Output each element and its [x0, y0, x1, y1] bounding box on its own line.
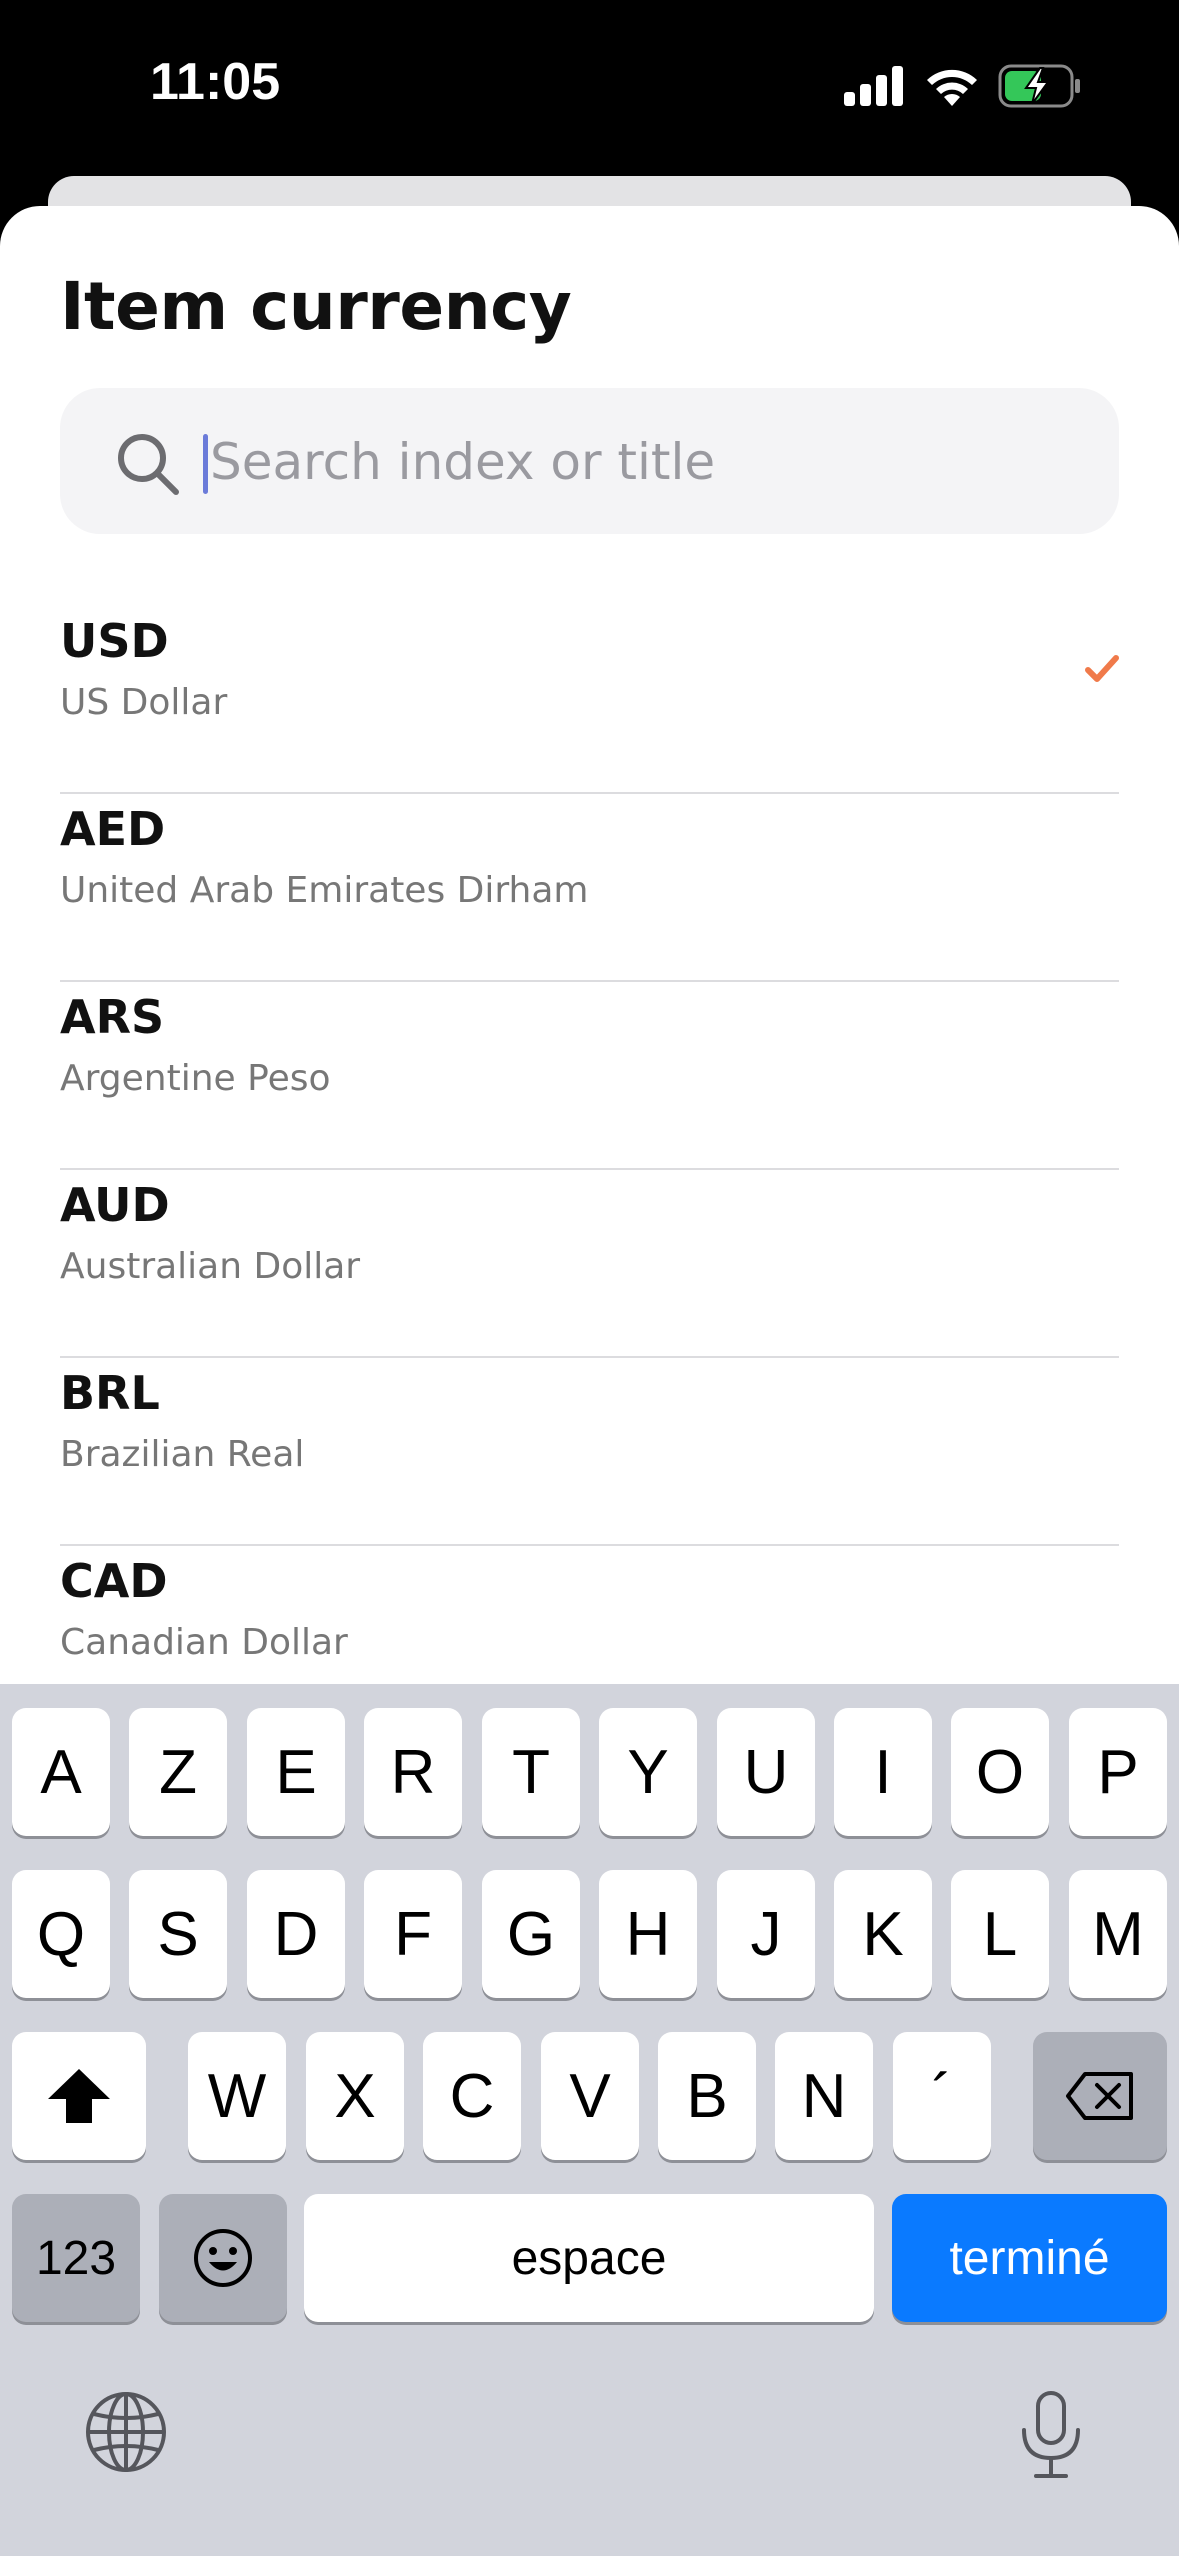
- currency-code: AUD: [60, 1178, 170, 1232]
- key-a[interactable]: A: [12, 1708, 110, 1836]
- key-n[interactable]: N: [775, 2032, 873, 2160]
- currency-code: AED: [60, 802, 166, 856]
- key-y[interactable]: Y: [599, 1708, 697, 1836]
- key-k[interactable]: K: [834, 1870, 932, 1998]
- currency-item-aud[interactable]: AUD Australian Dollar: [60, 1170, 1119, 1358]
- shift-key[interactable]: [12, 2032, 146, 2160]
- checkmark-icon: [1085, 655, 1119, 682]
- emoji-icon: [194, 2229, 252, 2287]
- key-g[interactable]: G: [482, 1870, 580, 1998]
- currency-item-ars[interactable]: ARS Argentine Peso: [60, 982, 1119, 1170]
- currency-code: ARS: [60, 990, 165, 1044]
- currency-list: USD US Dollar AED United Arab Emirates D…: [60, 606, 1119, 1686]
- status-time: 11:05: [150, 53, 281, 111]
- microphone-icon[interactable]: [1016, 2390, 1086, 2480]
- key-j[interactable]: J: [717, 1870, 815, 1998]
- key-e[interactable]: E: [247, 1708, 345, 1836]
- search-box[interactable]: [60, 388, 1119, 534]
- key-l[interactable]: L: [951, 1870, 1049, 1998]
- key-m[interactable]: M: [1069, 1870, 1167, 1998]
- key-t[interactable]: T: [482, 1708, 580, 1836]
- cellular-signal-icon: [844, 66, 903, 106]
- delete-key[interactable]: [1033, 2032, 1167, 2160]
- key-u[interactable]: U: [717, 1708, 815, 1836]
- backspace-icon: [1066, 2072, 1133, 2120]
- emoji-key[interactable]: [159, 2194, 287, 2322]
- keyboard: A Z E R T Y U I O P Q S D F G H J K L M …: [0, 1684, 1179, 2556]
- key-p[interactable]: P: [1069, 1708, 1167, 1836]
- key-o[interactable]: O: [951, 1708, 1049, 1836]
- search-icon: [118, 434, 179, 495]
- currency-code: USD: [60, 614, 169, 668]
- space-key[interactable]: espace: [304, 2194, 874, 2322]
- key-z[interactable]: Z: [129, 1708, 227, 1836]
- currency-code: CAD: [60, 1554, 168, 1608]
- key-f[interactable]: F: [364, 1870, 462, 1998]
- key-acute-accent[interactable]: ´: [893, 2032, 991, 2160]
- currency-item-aed[interactable]: AED United Arab Emirates Dirham: [60, 794, 1119, 982]
- key-d[interactable]: D: [247, 1870, 345, 1998]
- currency-name: Australian Dollar: [60, 1246, 361, 1287]
- key-s[interactable]: S: [129, 1870, 227, 1998]
- wifi-icon: [927, 69, 977, 106]
- key-w[interactable]: W: [188, 2032, 286, 2160]
- currency-item-cad[interactable]: CAD Canadian Dollar: [60, 1546, 1119, 1686]
- currency-name: Brazilian Real: [60, 1434, 305, 1475]
- key-r[interactable]: R: [364, 1708, 462, 1836]
- currency-item-brl[interactable]: BRL Brazilian Real: [60, 1358, 1119, 1546]
- currency-name: US Dollar: [60, 682, 228, 723]
- numbers-key[interactable]: 123: [12, 2194, 140, 2322]
- currency-item-usd[interactable]: USD US Dollar: [60, 606, 1119, 794]
- key-i[interactable]: I: [834, 1708, 932, 1836]
- key-h[interactable]: H: [599, 1870, 697, 1998]
- currency-code: BRL: [60, 1366, 160, 1420]
- globe-icon[interactable]: [84, 2390, 168, 2474]
- key-c[interactable]: C: [423, 2032, 521, 2160]
- currency-name: Argentine Peso: [60, 1058, 331, 1099]
- battery-charging-icon: [998, 64, 1080, 108]
- key-x[interactable]: X: [306, 2032, 404, 2160]
- currency-name: Canadian Dollar: [60, 1622, 348, 1663]
- currency-name: United Arab Emirates Dirham: [60, 870, 589, 911]
- shift-icon: [48, 2069, 110, 2123]
- currency-sheet: Item currency USD US Dollar AED United A…: [0, 206, 1179, 1686]
- key-b[interactable]: B: [658, 2032, 756, 2160]
- key-v[interactable]: V: [541, 2032, 639, 2160]
- sheet-title: Item currency: [60, 268, 572, 345]
- search-input[interactable]: [206, 422, 1070, 502]
- key-q[interactable]: Q: [12, 1870, 110, 1998]
- status-bar: 11:05: [0, 0, 1179, 170]
- done-key[interactable]: terminé: [892, 2194, 1167, 2322]
